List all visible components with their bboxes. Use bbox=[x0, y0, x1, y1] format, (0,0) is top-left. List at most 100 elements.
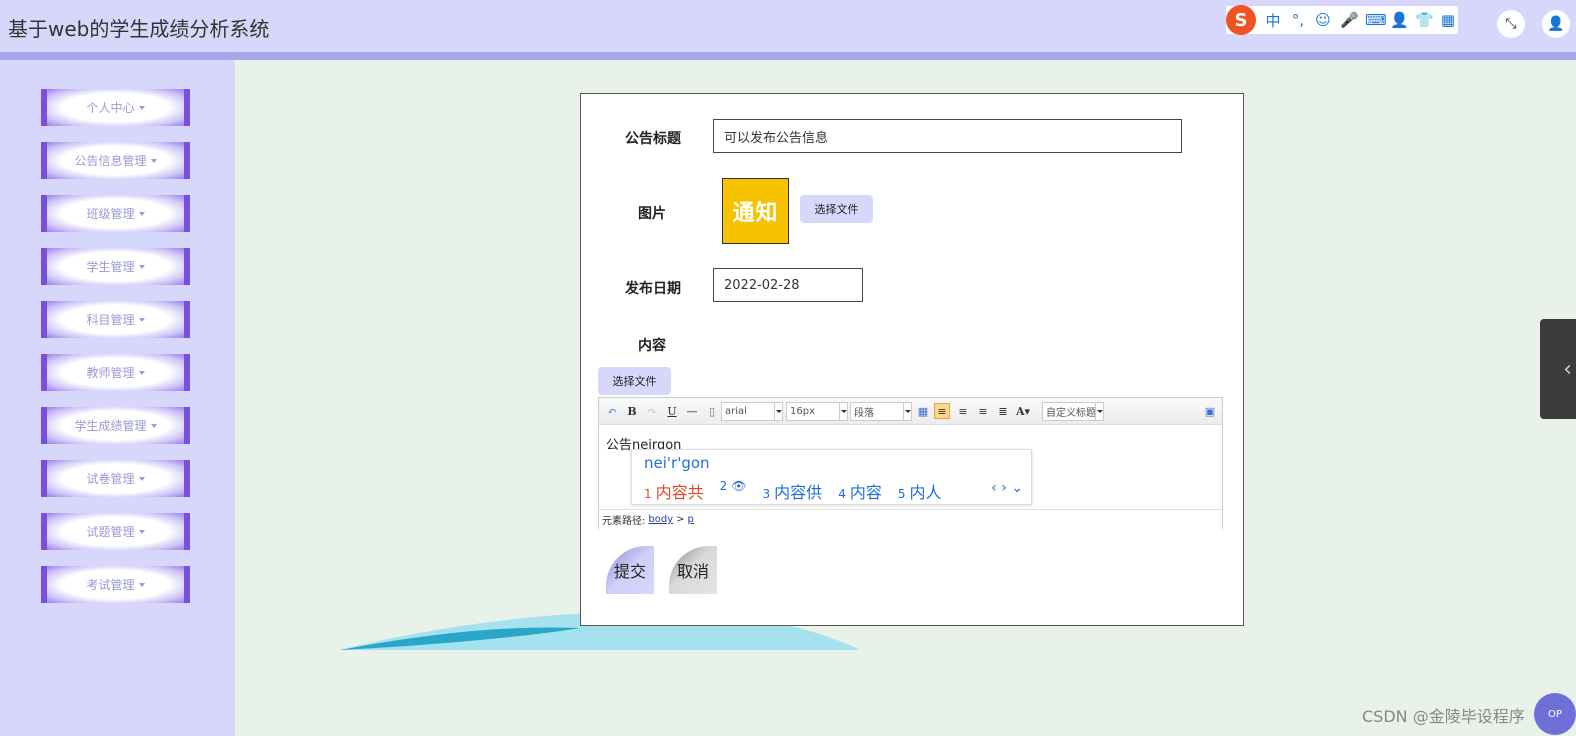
title-input[interactable]: 可以发布公告信息 bbox=[713, 119, 1182, 153]
candidate-text: 内容供 bbox=[774, 483, 823, 502]
sidebar-item-questions[interactable]: 试题管理 bbox=[41, 513, 190, 550]
undo-icon[interactable]: ↶ bbox=[604, 403, 620, 419]
paragraph-select[interactable]: 段落 bbox=[850, 402, 912, 421]
ime-emoji-icon[interactable]: ☺ bbox=[1315, 11, 1331, 29]
ime-candidate-popup: nei'r'gon 1 内容共 2 👁 3 内容供 4 内容 5 内人 ‹ › ⌄ bbox=[631, 449, 1032, 505]
chevron-left-icon: ‹ bbox=[1563, 356, 1572, 382]
collapse-panel-tab[interactable]: ‹ bbox=[1540, 319, 1576, 419]
ime-candidate[interactable]: 2 👁 bbox=[720, 479, 747, 503]
element-path-p[interactable]: p bbox=[688, 514, 694, 525]
sidebar-item-students[interactable]: 学生管理 bbox=[41, 248, 190, 285]
ime-voice-icon[interactable]: 🎤 bbox=[1340, 11, 1359, 29]
notice-image: 通知 bbox=[722, 178, 789, 244]
chevron-down-icon bbox=[839, 403, 847, 420]
sidebar-item-label: 试卷管理 bbox=[86, 472, 135, 486]
custom-title-select[interactable]: 自定义标题 bbox=[1042, 402, 1104, 421]
image-label: 图片 bbox=[638, 206, 666, 222]
sidebar-item-label: 班级管理 bbox=[86, 207, 135, 221]
submit-button[interactable]: 提交 bbox=[606, 546, 654, 594]
ime-candidate[interactable]: 3 内容供 bbox=[763, 479, 823, 503]
cancel-button[interactable]: 取消 bbox=[669, 546, 717, 594]
ime-candidate[interactable]: 4 内容 bbox=[838, 479, 882, 503]
ime-toolbar[interactable]: S 中 °, ☺ 🎤 ⌨ 👤 👕 ▦ bbox=[1226, 5, 1458, 35]
chevron-down-icon bbox=[138, 105, 145, 110]
editor-toolbar: ↶ B ↷ U — ▯ arial 16px 段落 ▦ ≡ ≡ ≡ ≣ A▾ 自… bbox=[599, 398, 1222, 425]
ime-keyboard-icon[interactable]: ⌨ bbox=[1365, 11, 1387, 29]
ime-candidate[interactable]: 5 内人 bbox=[898, 479, 942, 503]
chevron-down-icon bbox=[138, 211, 145, 216]
paragraph-value: 段落 bbox=[854, 408, 874, 419]
sidebar-item-personal-center[interactable]: 个人中心 bbox=[41, 89, 190, 126]
content-label: 内容 bbox=[638, 338, 666, 354]
title-label: 公告标题 bbox=[625, 131, 681, 147]
candidate-text: 内容 bbox=[849, 483, 882, 502]
redo-icon[interactable]: ↷ bbox=[644, 403, 660, 419]
custom-title-value: 自定义标题 bbox=[1046, 408, 1096, 419]
date-input[interactable]: 2022-02-28 bbox=[713, 268, 863, 302]
candidate-text: 内容共 bbox=[655, 483, 704, 502]
user-icon[interactable]: 👤 bbox=[1542, 10, 1570, 38]
image-file-button[interactable]: 选择文件 bbox=[800, 195, 873, 223]
font-family-select[interactable]: arial bbox=[721, 402, 783, 421]
candidate-number: 1 bbox=[644, 487, 652, 501]
candidate-number: 2 bbox=[719, 479, 728, 493]
chevron-down-icon bbox=[774, 403, 782, 420]
ime-user-icon[interactable]: 👤 bbox=[1390, 11, 1409, 29]
sidebar-item-teachers[interactable]: 教师管理 bbox=[41, 354, 190, 391]
font-size-value: 16px bbox=[790, 406, 815, 417]
underline-icon[interactable]: U bbox=[664, 403, 680, 419]
sidebar-item-subjects[interactable]: 科目管理 bbox=[41, 301, 190, 338]
align-justify-icon[interactable]: ≣ bbox=[995, 403, 1011, 419]
eye-icon: 👁 bbox=[731, 479, 747, 493]
clear-format-icon[interactable]: ▯ bbox=[704, 403, 720, 419]
announcement-form: 公告标题 可以发布公告信息 图片 通知 选择文件 发布日期 2022-02-28… bbox=[580, 93, 1244, 626]
sidebar-item-exams[interactable]: 考试管理 bbox=[41, 566, 190, 603]
candidate-number: 3 bbox=[762, 487, 771, 501]
fullscreen-icon[interactable]: ⤡ bbox=[1497, 10, 1525, 38]
date-label: 发布日期 bbox=[625, 281, 681, 297]
sidebar-item-papers[interactable]: 试卷管理 bbox=[41, 460, 190, 497]
ime-page-nav[interactable]: ‹ › ⌄ bbox=[991, 480, 1023, 496]
candidate-number: 4 bbox=[838, 487, 846, 501]
sidebar-item-announcements[interactable]: 公告信息管理 bbox=[41, 142, 190, 179]
sidebar: 个人中心 公告信息管理 班级管理 学生管理 科目管理 教师管理 学生成绩管理 试… bbox=[0, 60, 235, 736]
ime-punctuation-icon[interactable]: °, bbox=[1290, 11, 1306, 29]
header-stripe bbox=[0, 52, 1576, 60]
sidebar-item-classes[interactable]: 班级管理 bbox=[41, 195, 190, 232]
sidebar-item-label: 公告信息管理 bbox=[74, 154, 147, 168]
chevron-down-icon bbox=[138, 529, 145, 534]
horizontal-rule-icon[interactable]: — bbox=[684, 403, 700, 419]
floating-action-button[interactable]: OP bbox=[1534, 693, 1576, 735]
ime-apps-icon[interactable]: ▦ bbox=[1440, 11, 1456, 29]
ime-candidate-list: 1 内容共 2 👁 3 内容供 4 内容 5 内人 bbox=[644, 479, 958, 503]
chevron-down-icon bbox=[138, 370, 145, 375]
sidebar-item-label: 试题管理 bbox=[86, 525, 135, 539]
sogou-logo-icon[interactable]: S bbox=[1226, 5, 1256, 35]
ime-chinese-mode-icon[interactable]: 中 bbox=[1265, 10, 1281, 31]
sidebar-item-grades[interactable]: 学生成绩管理 bbox=[41, 407, 190, 444]
chevron-down-icon bbox=[150, 158, 157, 163]
element-path-separator: > bbox=[676, 514, 685, 525]
align-center-icon[interactable]: ≡ bbox=[975, 403, 991, 419]
sidebar-item-label: 考试管理 bbox=[86, 578, 135, 592]
content-file-button[interactable]: 选择文件 bbox=[598, 367, 671, 395]
sidebar-item-label: 教师管理 bbox=[86, 366, 135, 380]
align-left-icon[interactable]: ≡ bbox=[934, 403, 950, 419]
sidebar-item-label: 学生成绩管理 bbox=[74, 419, 147, 433]
sidebar-item-label: 个人中心 bbox=[86, 101, 135, 115]
top-bar: 基于web的学生成绩分析系统 S 中 °, ☺ 🎤 ⌨ 👤 👕 ▦ ⤡ 👤 bbox=[0, 0, 1576, 52]
fullscreen-editor-icon[interactable]: ▣ bbox=[1202, 403, 1218, 419]
font-color-icon[interactable]: A▾ bbox=[1015, 403, 1031, 419]
ime-skin-icon[interactable]: 👕 bbox=[1415, 11, 1434, 29]
align-right-icon[interactable]: ≡ bbox=[955, 403, 971, 419]
watermark: CSDN @金陵毕设程序 bbox=[1362, 707, 1525, 726]
font-size-select[interactable]: 16px bbox=[786, 402, 848, 421]
ime-candidate[interactable]: 1 内容共 bbox=[644, 479, 704, 503]
sidebar-item-label: 学生管理 bbox=[86, 260, 135, 274]
bold-icon[interactable]: B bbox=[624, 403, 640, 419]
chevron-down-icon bbox=[1095, 403, 1103, 420]
candidate-text: 内人 bbox=[909, 483, 942, 502]
table-icon[interactable]: ▦ bbox=[915, 403, 931, 419]
element-path-body[interactable]: body bbox=[648, 514, 673, 525]
chevron-down-icon bbox=[903, 403, 911, 420]
